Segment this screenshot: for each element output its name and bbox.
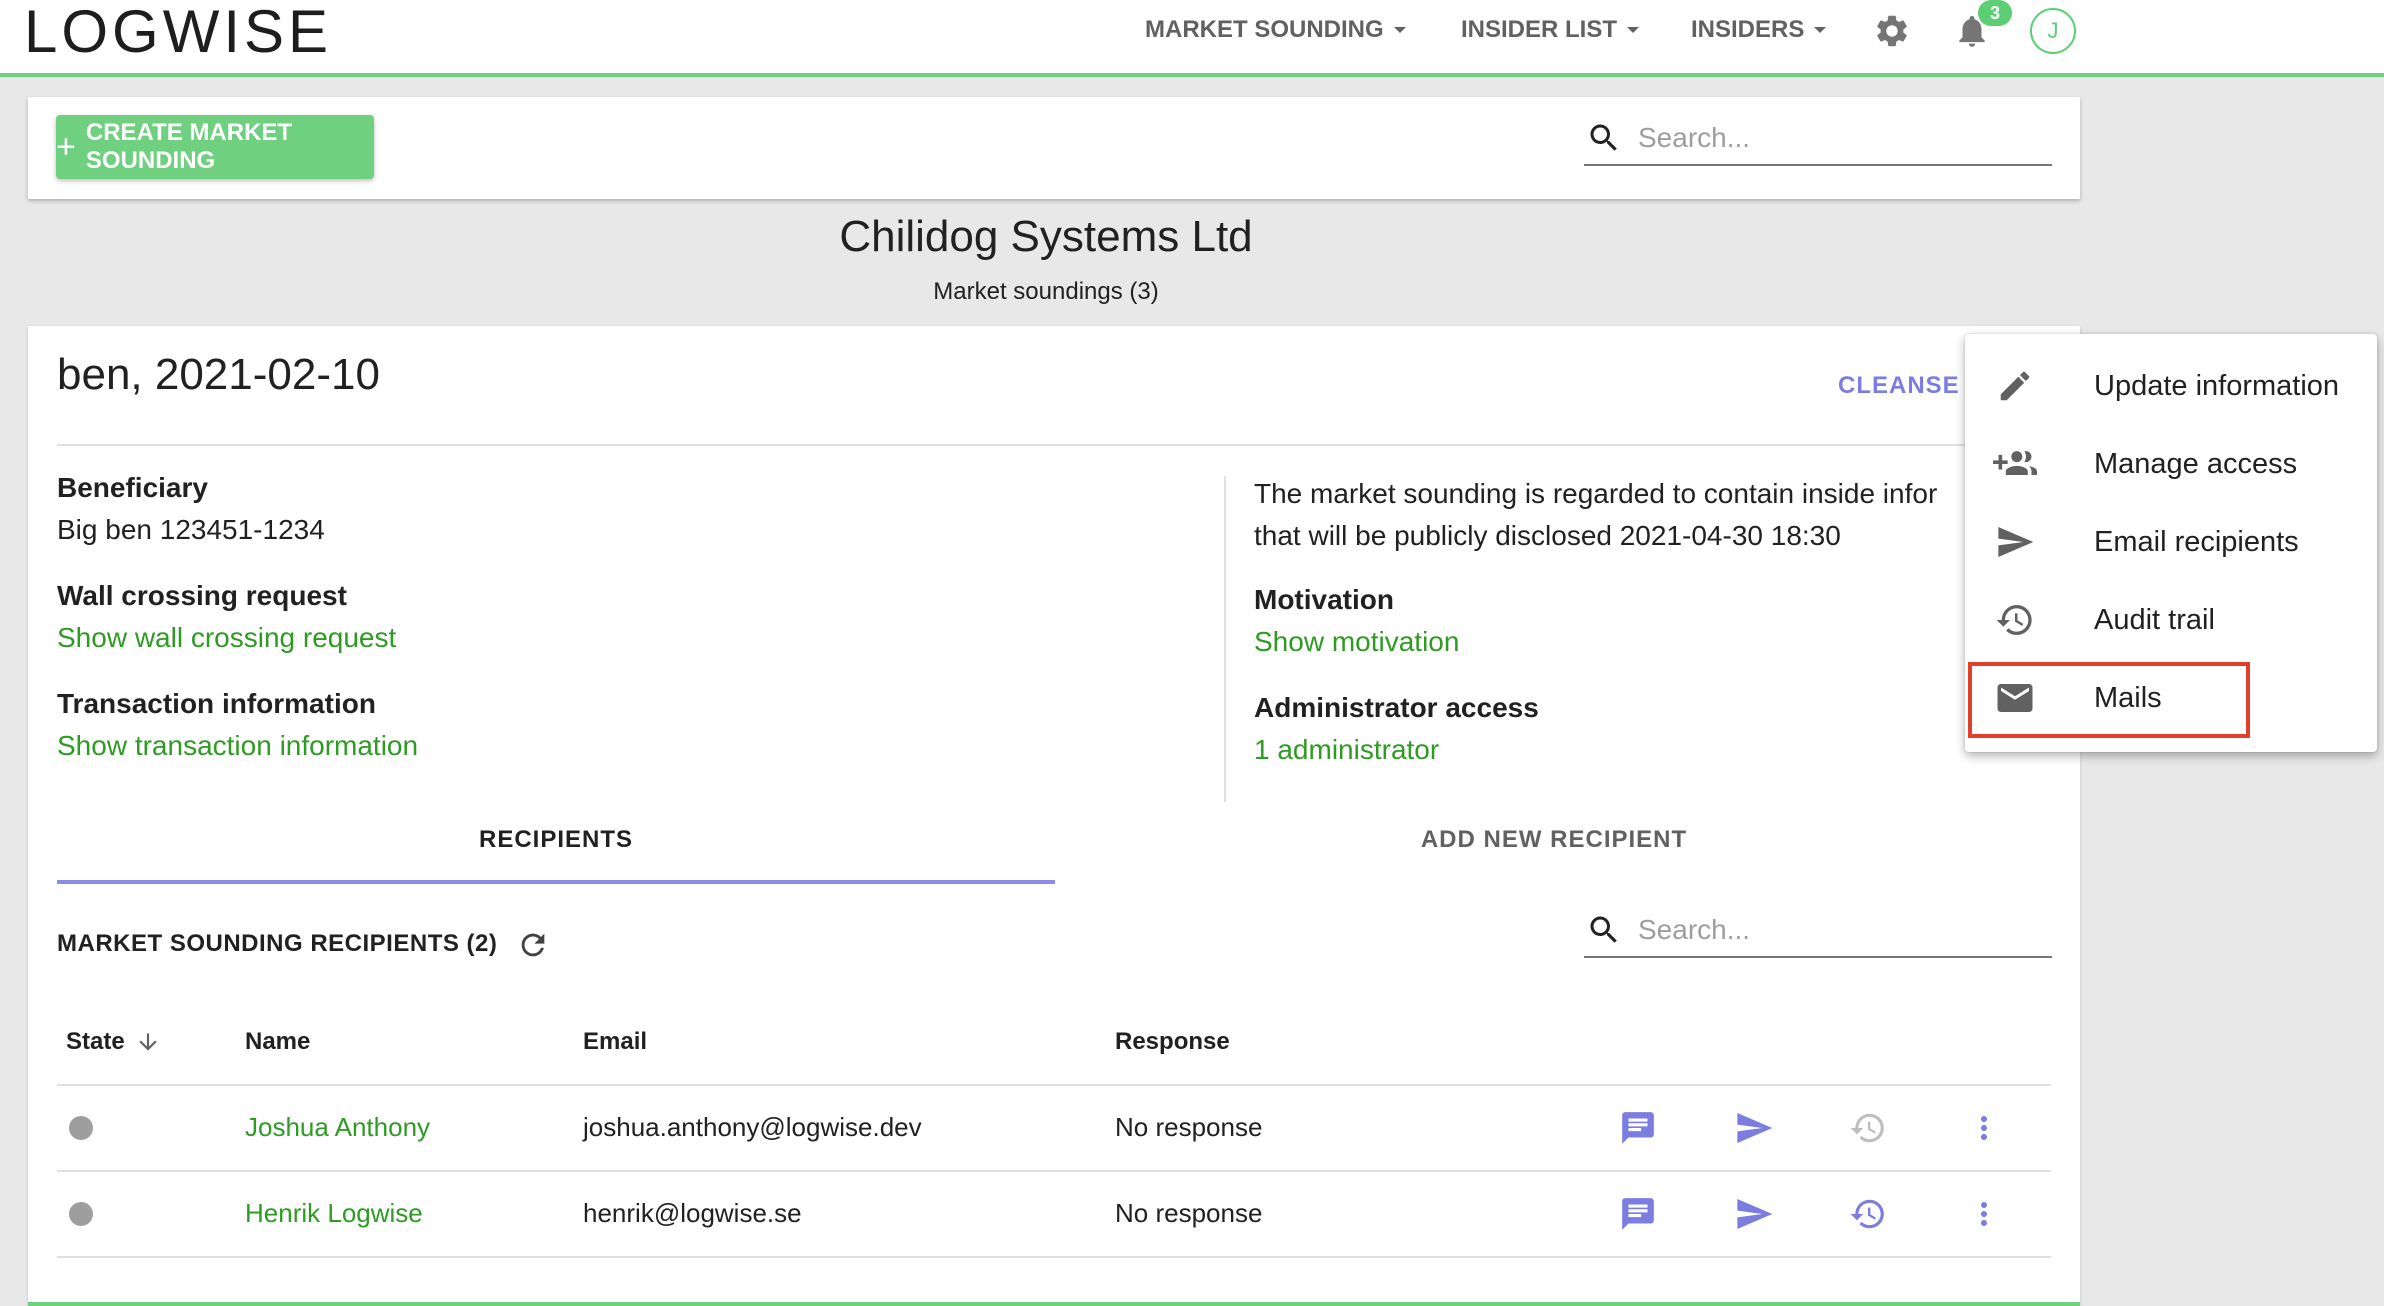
recipient-email: henrik@logwise.se (583, 1198, 802, 1228)
recipients-search (1584, 904, 2052, 958)
tab-recipients[interactable]: RECIPIENTS (57, 826, 1055, 854)
active-tab-indicator (57, 880, 1055, 884)
comment-icon[interactable] (1616, 1106, 1660, 1150)
recipient-name-link[interactable]: Joshua Anthony (245, 1112, 430, 1143)
column-name[interactable]: Name (245, 1028, 310, 1056)
more-vert-icon[interactable] (1962, 1106, 2006, 1150)
wall-crossing-label: Wall crossing request (57, 580, 347, 611)
column-state[interactable]: State (66, 1028, 161, 1056)
vertical-divider (1224, 476, 1226, 802)
create-market-sounding-label: CREATE MARKET SOUNDING (85, 119, 293, 174)
recipients-title: MARKET SOUNDING RECIPIENTS (2) (57, 930, 498, 957)
row-divider (57, 1256, 2051, 1258)
column-email[interactable]: Email (583, 1028, 647, 1056)
column-state-label: State (66, 1028, 125, 1055)
market-sounding-title: ben, 2021-02-10 (57, 350, 380, 399)
recipient-name-link[interactable]: Henrik Logwise (245, 1198, 423, 1229)
caret-down-icon (1814, 27, 1827, 33)
market-soundings-count: Market soundings (3) (933, 278, 1159, 305)
recipient-response: No response (1115, 1112, 1263, 1142)
history-icon (1993, 598, 2037, 642)
send-icon (1993, 520, 2037, 564)
divider (57, 444, 2051, 446)
history-icon[interactable] (1846, 1106, 1890, 1150)
group-add-icon (1993, 442, 2037, 486)
table-divider (57, 1084, 2051, 1086)
recipient-email: joshua.anthony@logwise.dev (583, 1112, 922, 1142)
administrator-link[interactable]: 1 administrator (1254, 734, 1439, 766)
top-navbar: LOGWISE MARKET SOUNDING INSIDER LIST INS… (0, 0, 2384, 77)
show-wall-crossing-link[interactable]: Show wall crossing request (57, 622, 396, 654)
motivation-label: Motivation (1254, 584, 1394, 615)
history-icon[interactable] (1846, 1192, 1890, 1236)
inside-info-line-1: The market sounding is regarded to conta… (1254, 478, 1938, 509)
arrow-down-icon (139, 1033, 157, 1051)
search-input[interactable] (1636, 121, 2040, 155)
menu-item-label: Manage access (2094, 447, 2298, 480)
plus-icon: + (56, 128, 76, 166)
menu-item-label: Audit trail (2094, 603, 2215, 636)
transaction-label: Transaction information (57, 688, 376, 719)
search-icon (1590, 124, 1617, 151)
more-vert-icon[interactable] (1962, 1192, 2006, 1236)
show-motivation-link[interactable]: Show motivation (1254, 626, 1459, 658)
nav-insiders[interactable]: INSIDERS (1691, 16, 1827, 44)
menu-item-update-information[interactable]: Update information (1965, 347, 2377, 425)
comment-icon[interactable] (1616, 1192, 1660, 1236)
company-title: Chilidog Systems Ltd (839, 212, 1253, 261)
administrator-access-label: Administrator access (1254, 692, 1539, 723)
nav-market-sounding-label: MARKET SOUNDING (1145, 16, 1384, 43)
nav-insider-list[interactable]: INSIDER LIST (1461, 16, 1640, 44)
menu-item-label: Email recipients (2094, 525, 2299, 558)
recipient-response: No response (1115, 1198, 1263, 1228)
pencil-icon (1993, 364, 2037, 408)
cleanse-button[interactable]: CLEANSE (1838, 372, 1960, 400)
send-icon[interactable] (1732, 1106, 1776, 1150)
nav-insiders-label: INSIDERS (1691, 16, 1805, 43)
toolbar-card: + CREATE MARKET SOUNDING (28, 97, 2080, 199)
notification-badge: 3 (1978, 0, 2012, 26)
logo[interactable]: LOGWISE (24, 2, 332, 62)
beneficiary-value: Big ben 123451-1234 (57, 514, 325, 545)
beneficiary-label: Beneficiary (57, 472, 208, 503)
menu-item-email-recipients[interactable]: Email recipients (1965, 503, 2377, 581)
mails-highlight-box (1968, 662, 2250, 738)
nav-market-sounding[interactable]: MARKET SOUNDING (1145, 16, 1406, 44)
state-indicator (69, 1116, 93, 1140)
top-search (1584, 112, 2052, 166)
menu-item-label: Update information (2094, 369, 2340, 402)
send-icon[interactable] (1732, 1192, 1776, 1236)
column-response[interactable]: Response (1115, 1028, 1230, 1056)
show-transaction-link[interactable]: Show transaction information (57, 730, 418, 762)
gear-icon[interactable] (1873, 12, 1911, 50)
menu-item-manage-access[interactable]: Manage access (1965, 425, 2377, 503)
create-market-sounding-button[interactable]: + CREATE MARKET SOUNDING (56, 115, 374, 179)
menu-item-audit-trail[interactable]: Audit trail (1965, 581, 2377, 659)
avatar[interactable]: J (2030, 8, 2076, 54)
recipients-search-input[interactable] (1636, 913, 2040, 947)
tab-add-new-recipient[interactable]: ADD NEW RECIPIENT (1055, 826, 2053, 854)
caret-down-icon (1627, 27, 1640, 33)
nav-insider-list-label: INSIDER LIST (1461, 16, 1618, 43)
refresh-icon[interactable] (516, 928, 550, 962)
state-indicator (69, 1202, 93, 1226)
search-icon (1590, 916, 1617, 943)
caret-down-icon (1393, 27, 1406, 33)
market-sounding-card: ben, 2021-02-10 CLEANSE Beneficiary Big … (28, 326, 2080, 1306)
inside-info-line-2: that will be publicly disclosed 2021-04-… (1254, 520, 1841, 551)
row-divider (57, 1170, 2051, 1172)
